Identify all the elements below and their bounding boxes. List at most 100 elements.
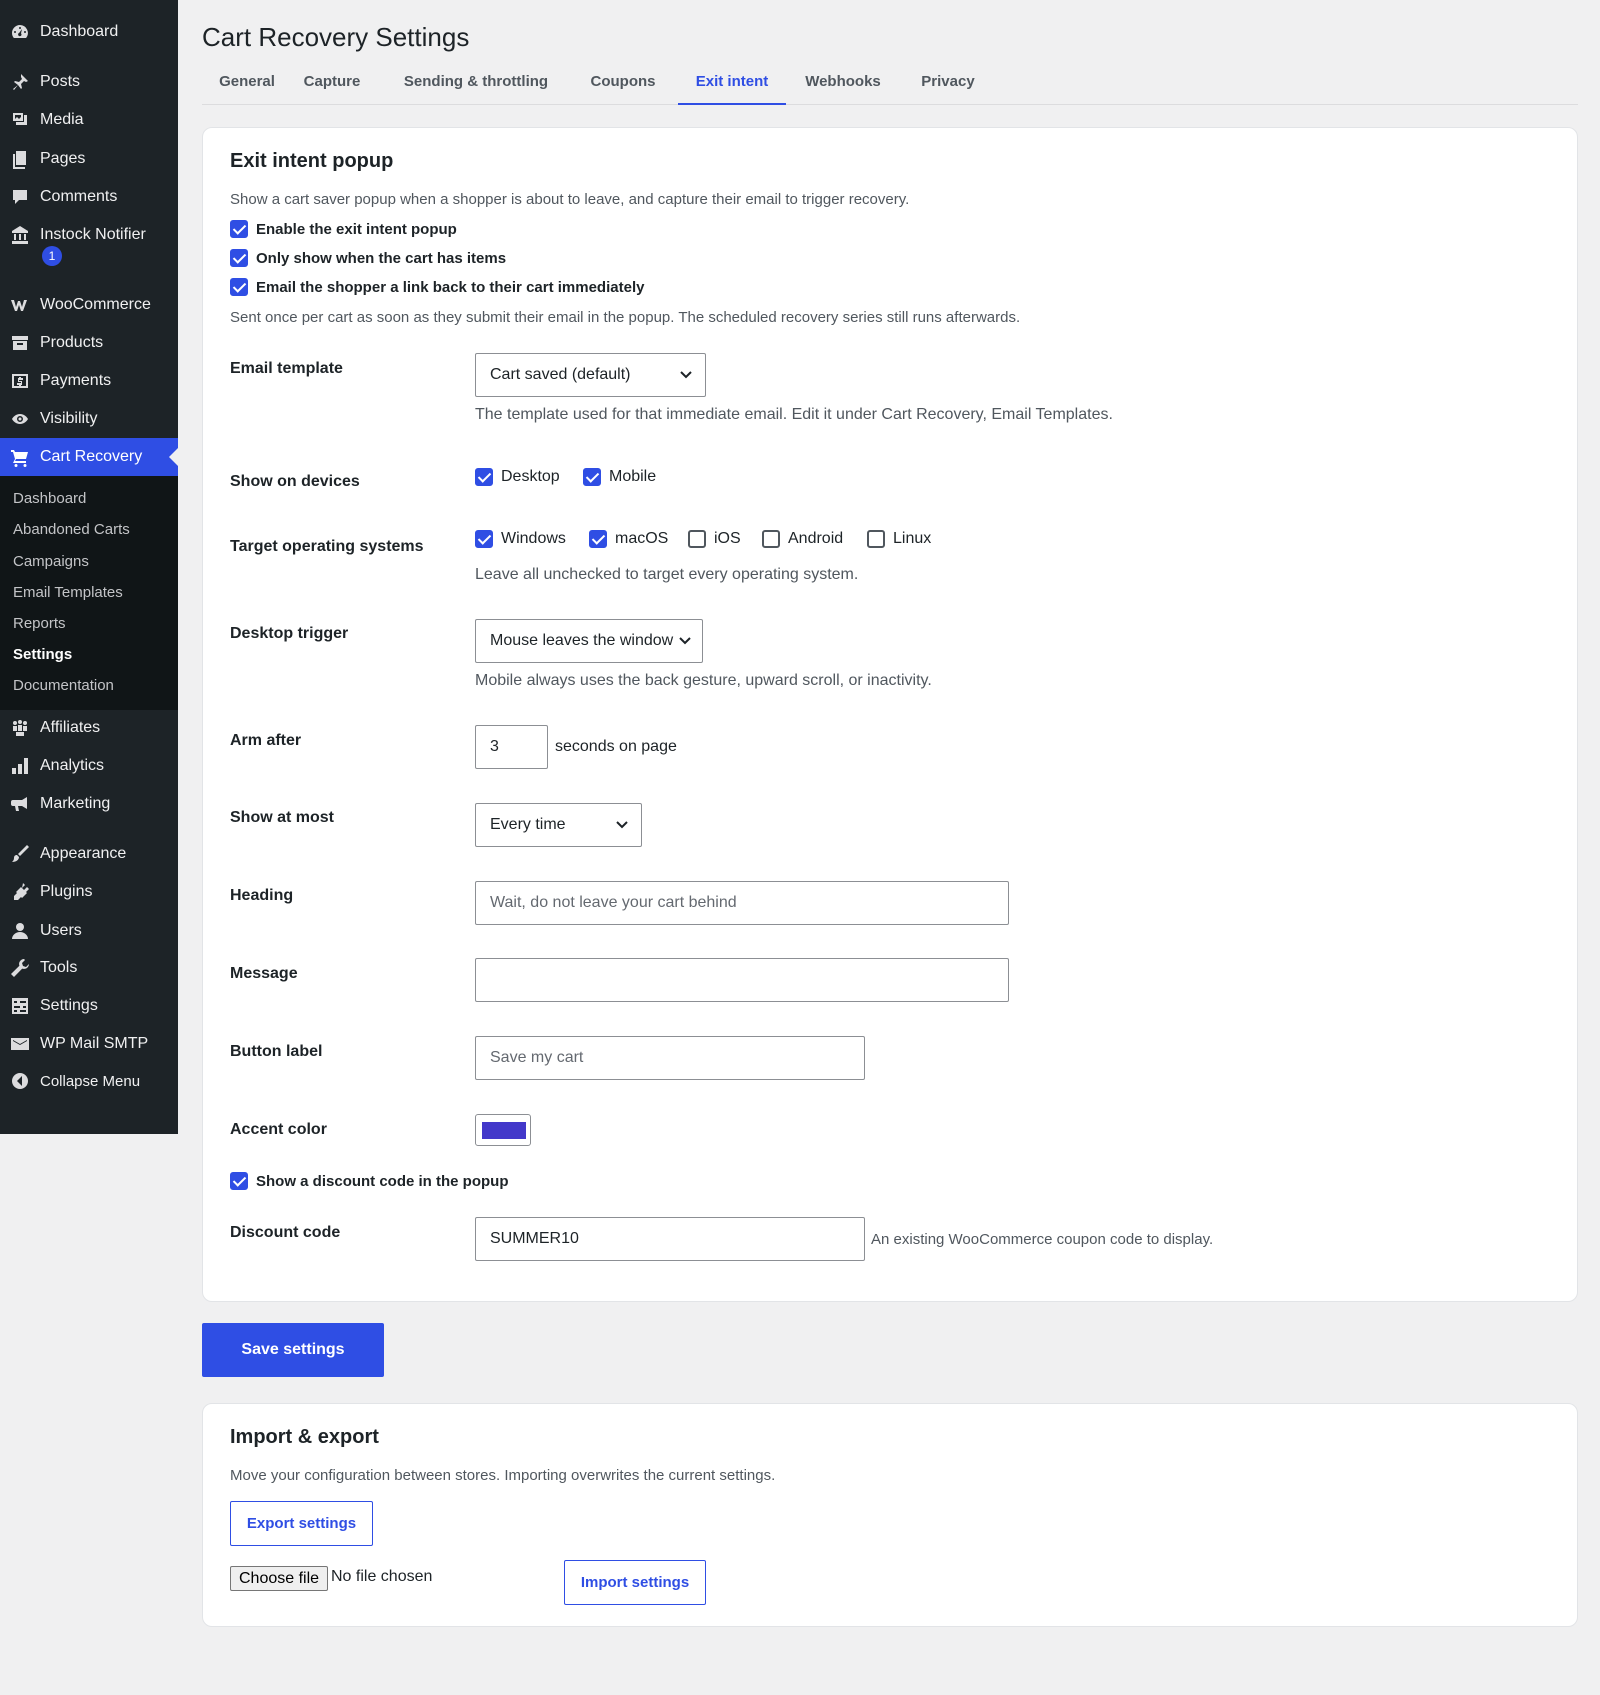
sidebar-item-label: Collapse Menu — [40, 1072, 141, 1090]
device-desktop-checkbox[interactable]: Desktop — [475, 468, 560, 486]
sidebar-item-marketing[interactable]: Marketing — [0, 785, 178, 823]
message-label: Message — [230, 965, 298, 982]
no-file-text: No file chosen — [331, 1568, 433, 1585]
submenu-dashboard[interactable]: Dashboard — [13, 490, 86, 507]
submenu-reports[interactable]: Reports — [13, 615, 66, 632]
submenu-abandoned-carts[interactable]: Abandoned Carts — [13, 521, 130, 538]
sidebar-item-collapse-menu[interactable]: Collapse Menu — [0, 1062, 178, 1100]
email-template-select[interactable]: Cart saved (default) — [475, 353, 706, 397]
desktop-trigger-select[interactable]: Mouse leaves the window — [475, 619, 703, 663]
sidebar-item-posts[interactable]: Posts — [0, 63, 178, 101]
sidebar-item-wp-mail-smtp[interactable]: WP Mail SMTP — [0, 1025, 178, 1063]
sidebar-item-label: Settings — [40, 997, 98, 1014]
only-with-items-checkbox[interactable]: Only show when the cart has items — [230, 249, 506, 267]
sidebar-item-label: Payments — [40, 372, 112, 389]
checkbox-checked[interactable] — [475, 468, 493, 486]
os-macos-checkbox[interactable]: macOS — [589, 530, 668, 548]
sidebar-item-users[interactable]: Users — [0, 912, 178, 950]
enable-popup-checkbox[interactable]: Enable the exit intent popup — [230, 220, 457, 238]
tab-capture[interactable]: Capture — [296, 66, 368, 105]
submenu-email-templates[interactable]: Email Templates — [13, 584, 123, 601]
sidebar-item-pages[interactable]: Pages — [0, 140, 178, 178]
sidebar-item-label: Affiliates — [40, 719, 101, 736]
sidebar-item-comments[interactable]: Comments — [0, 178, 178, 216]
import-settings-button[interactable]: Import settings — [564, 1560, 706, 1605]
sidebar-item-instock-notifier[interactable]: Instock Notifier — [0, 216, 178, 254]
sidebar-item-cart-recovery[interactable]: Cart Recovery — [0, 438, 178, 476]
checkbox-unchecked[interactable] — [688, 530, 706, 548]
checkbox-unchecked[interactable] — [867, 530, 885, 548]
message-input[interactable] — [475, 958, 1009, 1002]
checkbox-checked[interactable] — [230, 220, 248, 238]
sidebar-item-settings[interactable]: Settings — [0, 987, 178, 1025]
button-label-input[interactable] — [475, 1036, 865, 1080]
arm-after-input[interactable] — [475, 725, 548, 769]
mail-icon — [9, 1033, 31, 1055]
sidebar-item-dashboard[interactable]: Dashboard — [0, 13, 178, 51]
sidebar-item-tools[interactable]: Tools — [0, 949, 178, 987]
sidebar-item-label: WooCommerce — [40, 296, 151, 313]
discount-code-label: Discount code — [230, 1224, 341, 1241]
select-value: Cart saved (default) — [490, 366, 631, 383]
checkbox-checked[interactable] — [230, 249, 248, 267]
checkbox-label: Email the shopper a link back to their c… — [256, 278, 645, 296]
settings-tabs: General Capture Sending & throttling Cou… — [202, 66, 1578, 105]
sidebar-item-label: Media — [40, 111, 84, 128]
accent-color-picker[interactable] — [475, 1114, 531, 1146]
sidebar-item-plugins[interactable]: Plugins — [0, 873, 178, 911]
os-windows-checkbox[interactable]: Windows — [475, 530, 566, 548]
save-settings-button[interactable]: Save settings — [202, 1323, 384, 1377]
submenu-campaigns[interactable]: Campaigns — [13, 553, 89, 570]
sidebar-item-analytics[interactable]: Analytics — [0, 747, 178, 785]
user-icon — [9, 920, 31, 942]
os-linux-checkbox[interactable]: Linux — [867, 530, 931, 548]
submenu-settings[interactable]: Settings — [13, 646, 72, 663]
collapse-icon — [9, 1070, 31, 1092]
sidebar-item-appearance[interactable]: Appearance — [0, 835, 178, 873]
checkbox-unchecked[interactable] — [762, 530, 780, 548]
submenu-documentation[interactable]: Documentation — [13, 677, 114, 694]
tab-exit-intent[interactable]: Exit intent — [678, 66, 786, 105]
os-ios-checkbox[interactable]: iOS — [688, 530, 741, 548]
section-heading: Exit intent popup — [230, 150, 394, 172]
brush-icon — [9, 843, 31, 865]
sidebar-item-affiliates[interactable]: Affiliates — [0, 709, 178, 747]
sidebar-item-woocommerce[interactable]: WooCommerce — [0, 286, 178, 324]
discount-code-input[interactable] — [475, 1217, 865, 1261]
checkbox-checked[interactable] — [583, 468, 601, 486]
sidebar-item-visibility[interactable]: Visibility — [0, 400, 178, 438]
checkbox-checked[interactable] — [589, 530, 607, 548]
checkbox-label: Show a discount code in the popup — [256, 1172, 509, 1190]
tab-coupons[interactable]: Coupons — [578, 66, 668, 105]
checkbox-checked[interactable] — [475, 530, 493, 548]
button-label-label: Button label — [230, 1043, 323, 1060]
tab-webhooks[interactable]: Webhooks — [798, 66, 888, 105]
sidebar-item-label: Products — [40, 334, 104, 351]
sidebar-item-media[interactable]: Media — [0, 101, 178, 139]
checkbox-checked[interactable] — [230, 278, 248, 296]
tab-sending-throttling[interactable]: Sending & throttling — [398, 66, 554, 105]
checkbox-label: Desktop — [501, 468, 560, 485]
tab-general[interactable]: General — [202, 66, 292, 105]
choose-file-button[interactable]: Choose file — [230, 1566, 329, 1591]
export-settings-button[interactable]: Export settings — [230, 1501, 373, 1546]
show-at-most-select[interactable]: Every time — [475, 803, 642, 847]
email-link-checkbox[interactable]: Email the shopper a link back to their c… — [230, 278, 644, 296]
show-discount-checkbox[interactable]: Show a discount code in the popup — [230, 1172, 509, 1190]
os-label: Target operating systems — [230, 538, 424, 555]
os-help: Leave all unchecked to target every oper… — [475, 566, 859, 583]
checkbox-checked[interactable] — [230, 1172, 248, 1190]
pin-icon — [9, 71, 31, 93]
settings-icon — [9, 995, 31, 1017]
email-template-label: Email template — [230, 360, 343, 377]
device-mobile-checkbox[interactable]: Mobile — [583, 468, 656, 486]
os-android-checkbox[interactable]: Android — [762, 530, 843, 548]
tab-privacy[interactable]: Privacy — [912, 66, 984, 105]
sidebar-item-payments[interactable]: Payments — [0, 362, 178, 400]
chevron-down-icon — [680, 371, 692, 379]
checkbox-label: Linux — [893, 530, 932, 547]
sidebar-item-products[interactable]: Products — [0, 324, 178, 362]
groups-icon — [9, 717, 31, 739]
heading-input[interactable] — [475, 881, 1009, 925]
show-at-most-label: Show at most — [230, 809, 335, 826]
